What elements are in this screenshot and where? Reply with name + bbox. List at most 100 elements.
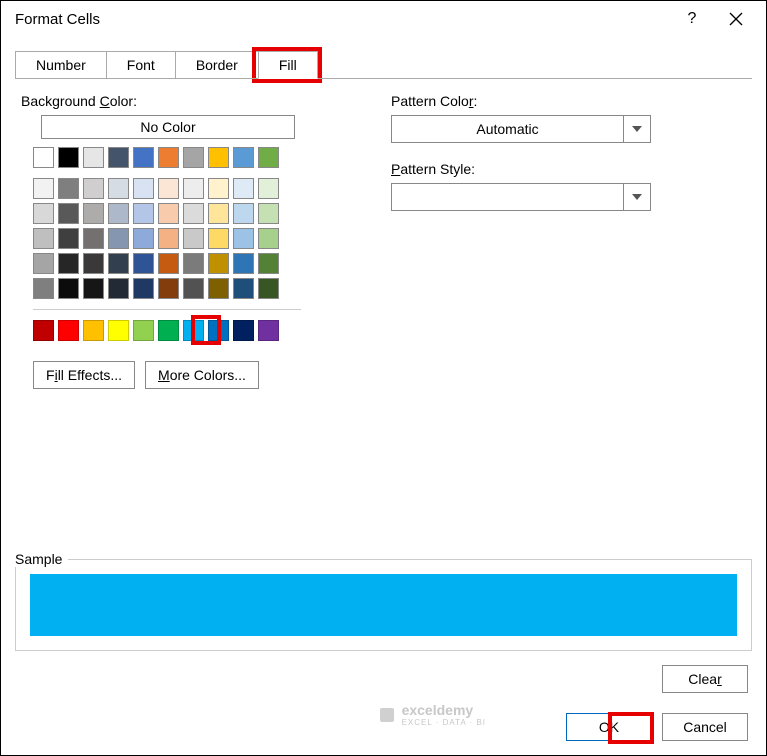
theme-swatch-0-2[interactable]: [83, 147, 104, 168]
theme-swatch-5-5[interactable]: [158, 278, 179, 299]
sample-label: Sample: [15, 551, 68, 567]
theme-swatch-1-1[interactable]: [58, 178, 79, 199]
theme-swatch-1-3[interactable]: [108, 178, 129, 199]
theme-swatch-1-4[interactable]: [133, 178, 154, 199]
theme-color-grid: [33, 147, 321, 299]
tab-number[interactable]: Number: [15, 51, 107, 79]
standard-swatch-7[interactable]: [208, 320, 229, 341]
chevron-down-icon: [632, 194, 642, 200]
theme-swatch-4-9[interactable]: [258, 253, 279, 274]
theme-swatch-2-5[interactable]: [158, 203, 179, 224]
theme-swatch-2-8[interactable]: [233, 203, 254, 224]
theme-swatch-5-0[interactable]: [33, 278, 54, 299]
standard-swatch-2[interactable]: [83, 320, 104, 341]
theme-swatch-0-7[interactable]: [208, 147, 229, 168]
theme-swatch-1-0[interactable]: [33, 178, 54, 199]
clear-button[interactable]: Clear: [662, 665, 748, 693]
close-button[interactable]: [714, 1, 758, 37]
theme-swatch-4-4[interactable]: [133, 253, 154, 274]
theme-swatch-5-7[interactable]: [208, 278, 229, 299]
tabbar: Number Font Border Fill: [15, 51, 766, 79]
pattern-color-value: Automatic: [391, 115, 623, 143]
background-color-label: Background Color:: [21, 93, 321, 109]
theme-swatch-1-6[interactable]: [183, 178, 204, 199]
pattern-style-arrow[interactable]: [623, 183, 651, 211]
theme-swatch-5-3[interactable]: [108, 278, 129, 299]
standard-swatch-4[interactable]: [133, 320, 154, 341]
standard-swatch-1[interactable]: [58, 320, 79, 341]
theme-swatch-3-0[interactable]: [33, 228, 54, 249]
standard-swatch-9[interactable]: [258, 320, 279, 341]
theme-swatch-3-6[interactable]: [183, 228, 204, 249]
theme-swatch-5-1[interactable]: [58, 278, 79, 299]
cancel-button[interactable]: Cancel: [662, 713, 748, 741]
theme-swatch-5-2[interactable]: [83, 278, 104, 299]
chevron-down-icon: [632, 126, 642, 132]
theme-swatch-2-9[interactable]: [258, 203, 279, 224]
theme-swatch-3-4[interactable]: [133, 228, 154, 249]
standard-swatch-3[interactable]: [108, 320, 129, 341]
theme-swatch-0-9[interactable]: [258, 147, 279, 168]
pattern-style-value: [391, 183, 623, 211]
theme-swatch-4-6[interactable]: [183, 253, 204, 274]
theme-swatch-0-8[interactable]: [233, 147, 254, 168]
standard-swatch-5[interactable]: [158, 320, 179, 341]
theme-swatch-2-1[interactable]: [58, 203, 79, 224]
theme-swatch-0-0[interactable]: [33, 147, 54, 168]
theme-swatch-2-3[interactable]: [108, 203, 129, 224]
tab-fill[interactable]: Fill: [258, 51, 318, 79]
theme-swatch-4-1[interactable]: [58, 253, 79, 274]
theme-swatch-1-8[interactable]: [233, 178, 254, 199]
theme-swatch-3-8[interactable]: [233, 228, 254, 249]
theme-swatch-1-2[interactable]: [83, 178, 104, 199]
theme-swatch-0-5[interactable]: [158, 147, 179, 168]
theme-swatch-1-9[interactable]: [258, 178, 279, 199]
theme-swatch-4-2[interactable]: [83, 253, 104, 274]
help-button[interactable]: ?: [670, 1, 714, 37]
theme-swatch-3-2[interactable]: [83, 228, 104, 249]
pattern-color-combo[interactable]: Automatic: [391, 115, 651, 143]
theme-swatch-2-7[interactable]: [208, 203, 229, 224]
theme-swatch-3-5[interactable]: [158, 228, 179, 249]
standard-swatch-8[interactable]: [233, 320, 254, 341]
standard-swatch-6[interactable]: [183, 320, 204, 341]
theme-swatch-0-4[interactable]: [133, 147, 154, 168]
pattern-color-arrow[interactable]: [623, 115, 651, 143]
theme-swatch-3-1[interactable]: [58, 228, 79, 249]
theme-swatch-5-4[interactable]: [133, 278, 154, 299]
no-color-button[interactable]: No Color: [41, 115, 295, 139]
format-cells-dialog: Format Cells ? Number Font Border Fill B…: [0, 0, 767, 756]
theme-swatch-5-6[interactable]: [183, 278, 204, 299]
theme-swatch-2-6[interactable]: [183, 203, 204, 224]
theme-swatch-4-0[interactable]: [33, 253, 54, 274]
theme-swatch-0-1[interactable]: [58, 147, 79, 168]
theme-swatch-5-8[interactable]: [233, 278, 254, 299]
pattern-color-label: Pattern Color:: [391, 93, 651, 109]
color-divider: [33, 309, 301, 310]
standard-swatch-0[interactable]: [33, 320, 54, 341]
theme-swatch-0-6[interactable]: [183, 147, 204, 168]
theme-swatch-3-9[interactable]: [258, 228, 279, 249]
theme-swatch-5-9[interactable]: [258, 278, 279, 299]
theme-swatch-1-7[interactable]: [208, 178, 229, 199]
theme-swatch-2-0[interactable]: [33, 203, 54, 224]
theme-swatch-4-3[interactable]: [108, 253, 129, 274]
theme-swatch-4-7[interactable]: [208, 253, 229, 274]
fill-panel: Background Color: No Color FIll Effe: [15, 78, 752, 518]
theme-swatch-1-5[interactable]: [158, 178, 179, 199]
pattern-style-combo[interactable]: [391, 183, 651, 211]
ok-button[interactable]: OK: [566, 713, 652, 741]
theme-swatch-3-3[interactable]: [108, 228, 129, 249]
theme-swatch-4-5[interactable]: [158, 253, 179, 274]
tab-border[interactable]: Border: [175, 51, 259, 79]
theme-swatch-2-4[interactable]: [133, 203, 154, 224]
theme-swatch-3-7[interactable]: [208, 228, 229, 249]
tab-font[interactable]: Font: [106, 51, 176, 79]
theme-swatch-4-8[interactable]: [233, 253, 254, 274]
sample-box: [15, 559, 752, 651]
theme-swatch-0-3[interactable]: [108, 147, 129, 168]
fill-effects-button[interactable]: FIll Effects...: [33, 361, 135, 389]
standard-color-row: [33, 320, 321, 341]
more-colors-button[interactable]: More Colors...: [145, 361, 259, 389]
theme-swatch-2-2[interactable]: [83, 203, 104, 224]
